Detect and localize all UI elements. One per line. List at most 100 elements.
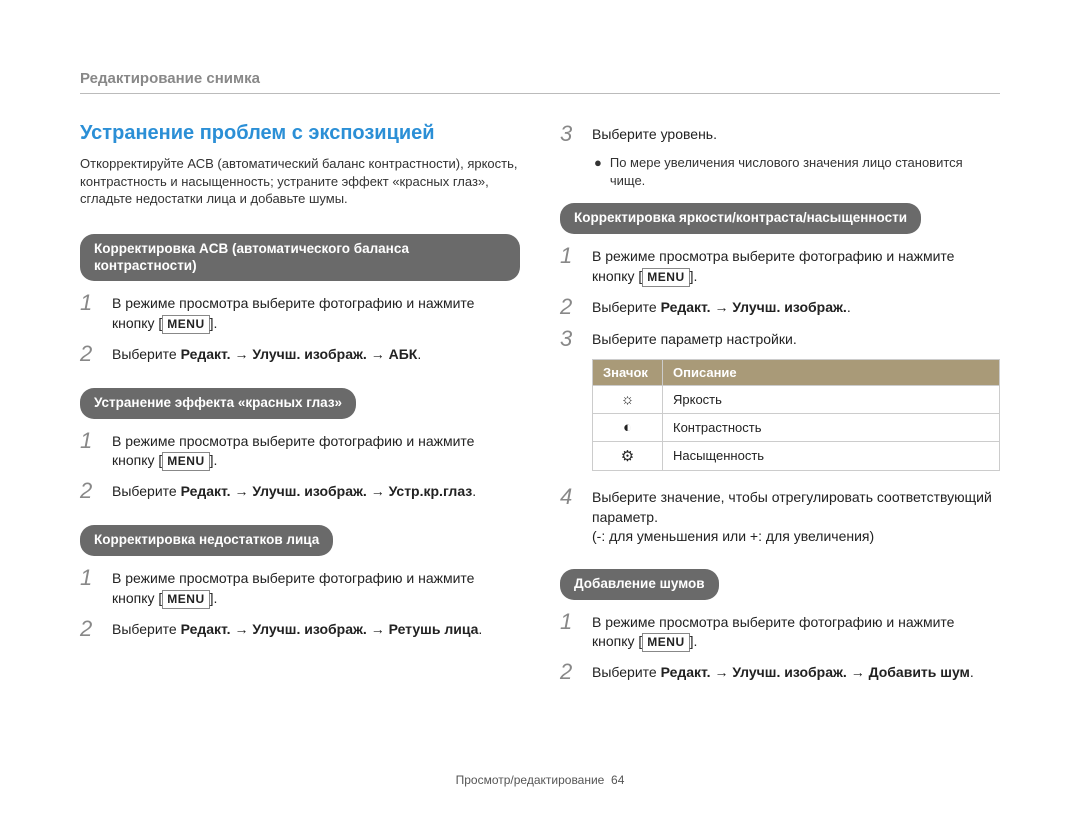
subsection-pill-noise: Добавление шумов [560,569,719,600]
right-column: 3 Выберите уровень. ● По мере увеличения… [560,122,1000,706]
steps-noise: 1 В режиме просмотра выберите фотографию… [560,610,1000,685]
subsection-pill-acb: Корректировка ACB (автоматического балан… [80,234,520,282]
step-row: 2 Выберите Редакт. → Улучш. изображ. → У… [80,479,520,503]
step-text: Выберите Редакт. → Улучш. изображ. → АБК… [112,342,421,365]
step-row: 1 В режиме просмотра выберите фотографию… [80,566,520,608]
param-table: Значок Описание ☼ Яркость ◐ Контрастност… [592,359,1000,471]
step-text: В режиме просмотра выберите фотографию и… [592,244,1000,286]
text: (-: для уменьшения или +: для увеличения… [592,528,874,544]
menu-path: Редакт. → Улучш. изображ. → АБК [181,346,418,362]
step-number: 2 [560,295,582,319]
subsection-pill-redeye: Устранение эффекта «красных глаз» [80,388,356,419]
table-cell-desc: Контрастность [663,413,1000,441]
text: ]. [210,452,218,468]
table-row: ⚙ Насыщенность [593,441,1000,470]
page: Редактирование снимка Устранение проблем… [0,0,1080,815]
steps-redeye: 1 В режиме просмотра выберите фотографию… [80,429,520,504]
footer-section: Просмотр/редактирование [456,773,605,787]
text: Выберите [592,664,661,680]
text: . [847,299,851,315]
sub-bullet-text: По мере увеличения числового значения ли… [610,154,1000,189]
steps-brightness: 1 В режиме просмотра выберите фотографию… [560,244,1000,351]
subsection-pill-brightness: Корректировка яркости/контраста/насыщенн… [560,203,921,234]
step-number: 1 [560,610,582,634]
step-text: В режиме просмотра выберите фотографию и… [112,566,520,608]
text: Выберите значение, чтобы отрегулировать … [592,489,992,525]
text: . [472,483,476,499]
step-text: Выберите Редакт. → Улучш. изображ. → Доб… [592,660,974,683]
table-header-icon: Значок [593,359,663,385]
table-cell-desc: Яркость [663,385,1000,413]
table-row: ◐ Контрастность [593,413,1000,441]
subsection-pill-face: Корректировка недостатков лица [80,525,333,556]
step-text: В режиме просмотра выберите фотографию и… [592,610,1000,652]
step-row: 3 Выберите параметр настройки. [560,327,1000,351]
sub-bullet: ● По мере увеличения числового значения … [594,154,1000,189]
step-row: 2 Выберите Редакт. → Улучш. изображ. → А… [80,342,520,366]
steps-brightness-cont: 4 Выберите значение, чтобы отрегулироват… [560,485,1000,547]
text: Выберите [592,299,661,315]
step-number: 1 [80,566,102,590]
table-cell-desc: Насыщенность [663,441,1000,470]
step-row: 1 В режиме просмотра выберите фотографию… [80,291,520,333]
text: ]. [690,268,698,284]
text: ]. [210,315,218,331]
text: Выберите [112,621,181,637]
step-row: 2 Выберите Редакт. → Улучш. изображ. → Д… [560,660,1000,684]
step-row: 1 В режиме просмотра выберите фотографию… [560,244,1000,286]
step-number: 2 [80,479,102,503]
table-header-desc: Описание [663,359,1000,385]
text: ]. [690,633,698,649]
step-row: 2 Выберите Редакт. → Улучш. изображ. → Р… [80,617,520,641]
table-row: ☼ Яркость [593,385,1000,413]
step-number: 4 [560,485,582,509]
step-text: Выберите параметр настройки. [592,327,797,350]
text: . [417,346,421,362]
breadcrumb: Редактирование снимка [80,70,1000,94]
text: . [970,664,974,680]
menu-button-label: MENU [642,633,689,652]
menu-path: Редакт. → Улучш. изображ. → Добавить шум [661,664,970,680]
step-number: 1 [80,291,102,315]
step-number: 1 [560,244,582,268]
menu-button-label: MENU [162,590,209,609]
left-column: Устранение проблем с экспозицией Откорре… [80,122,520,706]
menu-button-label: MENU [162,452,209,471]
menu-path: Редакт. → Улучш. изображ. → Устр.кр.глаз [181,483,473,499]
step-number: 3 [560,122,582,146]
text: Выберите [112,483,181,499]
menu-button-label: MENU [162,315,209,334]
step-number: 2 [80,617,102,641]
contrast-icon: ◐ [593,413,663,441]
param-table-wrap: Значок Описание ☼ Яркость ◐ Контрастност… [560,359,1000,471]
step-text: В режиме просмотра выберите фотографию и… [112,429,520,471]
step-text: Выберите Редакт. → Улучш. изображ.. [592,295,851,318]
step-row: 1 В режиме просмотра выберите фотографию… [80,429,520,471]
sub-bullet-list: ● По мере увеличения числового значения … [594,154,1000,189]
menu-path: Редакт. → Улучш. изображ. → Ретушь лица [181,621,479,637]
brightness-icon: ☼ [593,385,663,413]
step-number: 2 [560,660,582,684]
page-footer: Просмотр/редактирование 64 [0,773,1080,787]
text: Выберите [112,346,181,362]
saturation-icon: ⚙ [593,441,663,470]
step-number: 1 [80,429,102,453]
step-text: Выберите значение, чтобы отрегулировать … [592,485,1000,547]
step-row: 4 Выберите значение, чтобы отрегулироват… [560,485,1000,547]
step-number: 3 [560,327,582,351]
step-text: Выберите Редакт. → Улучш. изображ. → Рет… [112,617,482,640]
intro-text: Откорректируйте АСВ (автоматический бала… [80,155,520,208]
step-text: Выберите уровень. [592,122,717,145]
step-row: 1 В режиме просмотра выберите фотографию… [560,610,1000,652]
steps-acb: 1 В режиме просмотра выберите фотографию… [80,291,520,366]
content-columns: Устранение проблем с экспозицией Откорре… [80,122,1000,706]
step-text: Выберите Редакт. → Улучш. изображ. → Уст… [112,479,476,502]
section-title: Устранение проблем с экспозицией [80,122,520,145]
step-text: В режиме просмотра выберите фотографию и… [112,291,520,333]
menu-path: Редакт. → Улучш. изображ. [661,299,847,315]
menu-button-label: MENU [642,268,689,287]
text: ]. [210,590,218,606]
steps-face: 1 В режиме просмотра выберите фотографию… [80,566,520,641]
step-row: 3 Выберите уровень. [560,122,1000,146]
step-number: 2 [80,342,102,366]
